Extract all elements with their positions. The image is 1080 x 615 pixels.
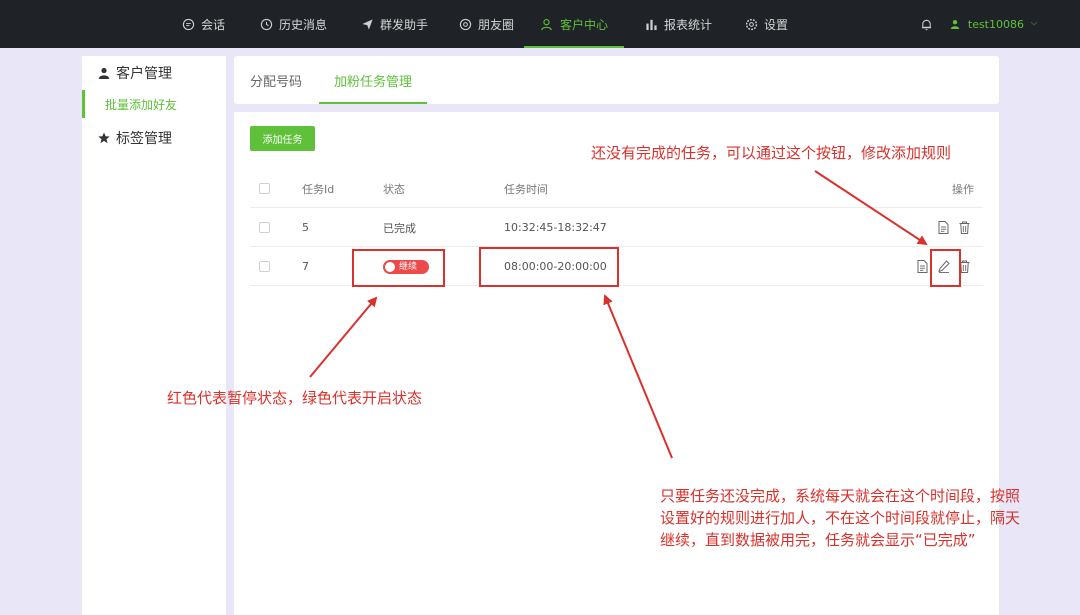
notification-bell[interactable] [919,0,939,48]
bar-chart-icon [644,17,658,31]
sidebar-item-label: 批量添加好友 [105,98,178,112]
table-header: 任务Id 状态 任务时间 操作 [250,169,983,208]
tab-label: 分配号码 [250,74,303,90]
username: test10086 [967,17,1024,31]
highlight-status-box [352,249,445,287]
user-icon [540,17,554,31]
tab-bar: 分配号码 加粉任务管理 [234,56,999,104]
nav-item-chat[interactable]: 会话 [181,0,225,48]
annotation-line: 设置好的规则进行加人，不在这个时间段就停止，隔天 [660,509,1021,527]
annotation-line: 只要任务还没完成，系统每天就会在这个时间段，按照 [660,487,1021,505]
user-menu[interactable]: test10086 [950,0,1038,48]
nav-label: 设置 [764,17,789,32]
sidebar: 客户管理 批量添加好友 标签管理 [82,56,226,615]
highlight-edit-box [930,249,961,287]
delete-icon[interactable] [958,221,971,234]
row-checkbox[interactable] [259,208,270,247]
tab-assign-numbers[interactable]: 分配号码 [250,56,302,104]
bell-icon [919,17,933,31]
top-nav: 会话 历史消息 群发助手 朋友圈 客户中心 报表统计 设置 test10086 [0,0,1080,48]
tab-follower-tasks[interactable]: 加粉任务管理 [318,56,428,104]
task-id: 5 [302,221,309,234]
annotation-status-note: 红色代表暂停状态，绿色代表开启状态 [167,389,423,407]
nav-item-broadcast[interactable]: 群发助手 [360,0,428,48]
add-task-button[interactable]: 添加任务 [250,126,315,151]
task-time: 10:32:45-18:32:47 [504,221,607,234]
nav-item-reports[interactable]: 报表统计 [644,0,712,48]
nav-label: 客户中心 [559,17,608,32]
select-all-checkbox[interactable] [259,169,270,208]
sidebar-group-label: 客户管理 [116,66,172,82]
active-indicator [82,90,85,118]
sidebar-group-tags[interactable]: 标签管理 [98,128,172,148]
task-status: 已完成 [383,221,416,235]
sidebar-item-batch-add[interactable]: 批量添加好友 [82,90,226,118]
nav-label: 群发助手 [380,17,429,32]
chevron-down-icon [1030,21,1038,27]
user-icon [950,19,960,29]
chat-icon [181,17,195,31]
gear-icon [744,17,758,31]
star-icon [98,132,110,144]
detail-icon[interactable] [937,221,950,234]
col-status: 状态 [383,182,405,196]
nav-label: 历史消息 [279,17,328,32]
nav-item-moments[interactable]: 朋友圈 [458,0,514,48]
nav-item-history[interactable]: 历史消息 [259,0,327,48]
detail-icon[interactable] [916,260,929,273]
send-icon [360,17,374,31]
sidebar-group-customer[interactable]: 客户管理 [98,63,172,83]
annotation-edit-note: 还没有完成的任务，可以通过这个按钮，修改添加规则 [591,144,952,162]
task-id: 7 [302,260,309,273]
nav-label: 报表统计 [664,17,713,32]
clock-icon [259,17,273,31]
col-ops: 操作 [952,182,974,196]
nav-label: 朋友圈 [478,17,515,32]
annotation-line: 继续，直到数据被用完，任务就会显示“已完成” [660,531,976,549]
tab-label: 加粉任务管理 [334,74,413,90]
col-task-id: 任务Id [302,182,335,196]
table-row: 5 已完成 10:32:45-18:32:47 [250,208,983,247]
nav-item-settings[interactable]: 设置 [744,0,788,48]
nav-label: 会话 [201,17,226,32]
row-checkbox[interactable] [259,247,270,286]
col-task-time: 任务时间 [504,182,548,196]
camera-icon [458,17,472,31]
sidebar-group-label: 标签管理 [116,131,172,147]
person-icon [98,67,110,79]
annotation-time-note: 只要任务还没完成，系统每天就会在这个时间段，按照 设置好的规则进行加人，不在这个… [660,485,1020,551]
nav-item-customer-center[interactable]: 客户中心 [524,0,624,48]
highlight-time-box [479,247,619,287]
